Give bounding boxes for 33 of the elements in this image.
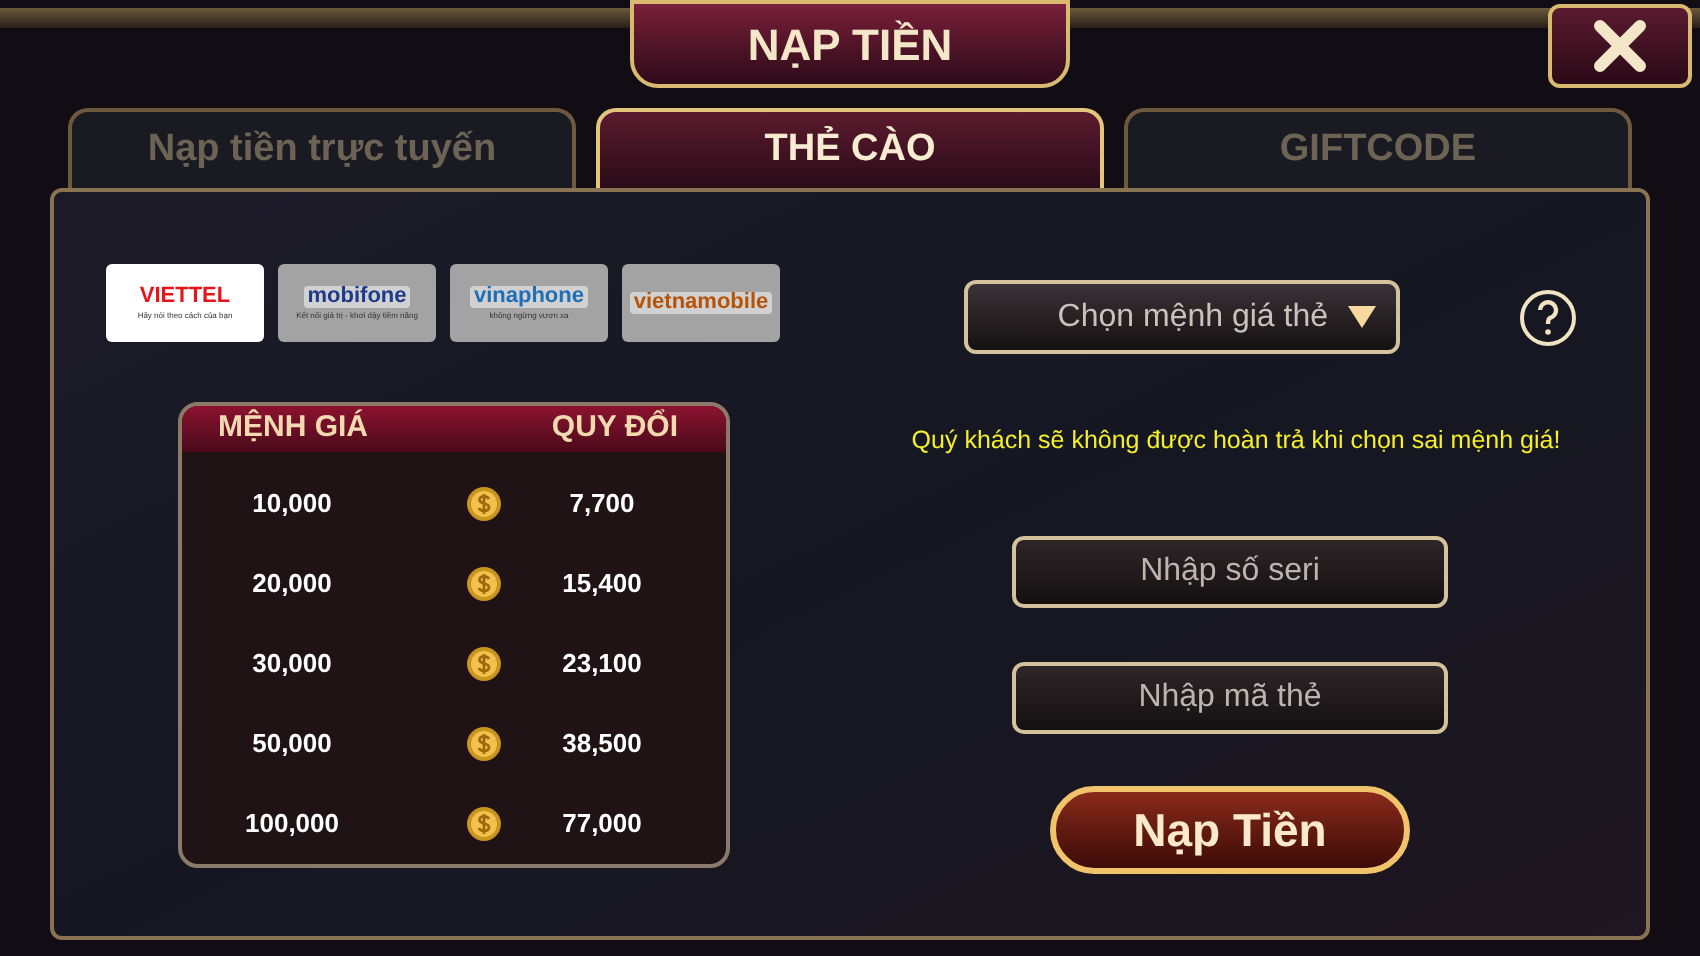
coin-icon (466, 566, 502, 602)
denomination-select[interactable]: Chọn mệnh giá thẻ (964, 280, 1400, 354)
tab[interactable]: THẺ CÀO (596, 108, 1104, 188)
table-cell-text: 38,500 (560, 726, 644, 763)
table-cell-text: 23,100 (560, 646, 644, 683)
table-cell-text: 100,000 (243, 806, 341, 843)
coin-icon (466, 726, 502, 762)
carrier-logo-text: vinaphone (469, 286, 588, 308)
column-header: MỆNH GIÁ (218, 407, 370, 449)
table-cell-text: 10,000 (250, 486, 334, 523)
table-cell-text: 20,000 (250, 566, 334, 603)
close-button[interactable] (1548, 4, 1692, 88)
carrier-logo-text: vietnamobile (629, 292, 773, 314)
warning-text: Quý khách sẽ không được hoàn trả khi chọn sai mệnh giá! (911, 424, 1561, 458)
coin-icon (466, 806, 502, 842)
submit-button[interactable]: Nạp Tiền (1050, 785, 1410, 874)
table-cell-text: 30,000 (250, 646, 334, 683)
column-header: QUY ĐỔI (551, 407, 680, 449)
serial-input-field[interactable]: Nhập số seri (1012, 535, 1448, 608)
close-icon (1590, 16, 1650, 76)
help-button[interactable] (1520, 289, 1576, 345)
table-cell-text: 77,000 (560, 806, 644, 843)
coin-icon (466, 646, 502, 682)
help-icon (1536, 299, 1560, 335)
coin-icon (466, 486, 502, 522)
window-title: NẠP TIỀN (630, 0, 1070, 88)
table-cell-text: 15,400 (560, 566, 644, 603)
card-code-input-field[interactable]: Nhập mã thẻ (1012, 661, 1448, 734)
table-cell-text: 7,700 (567, 486, 637, 523)
carrier-logo-text: VIETTEL (135, 286, 235, 308)
table-cell-text: 50,000 (250, 726, 334, 763)
dropdown-caret-icon (1348, 306, 1376, 328)
carrier-logo-text: mobifone (303, 286, 411, 308)
